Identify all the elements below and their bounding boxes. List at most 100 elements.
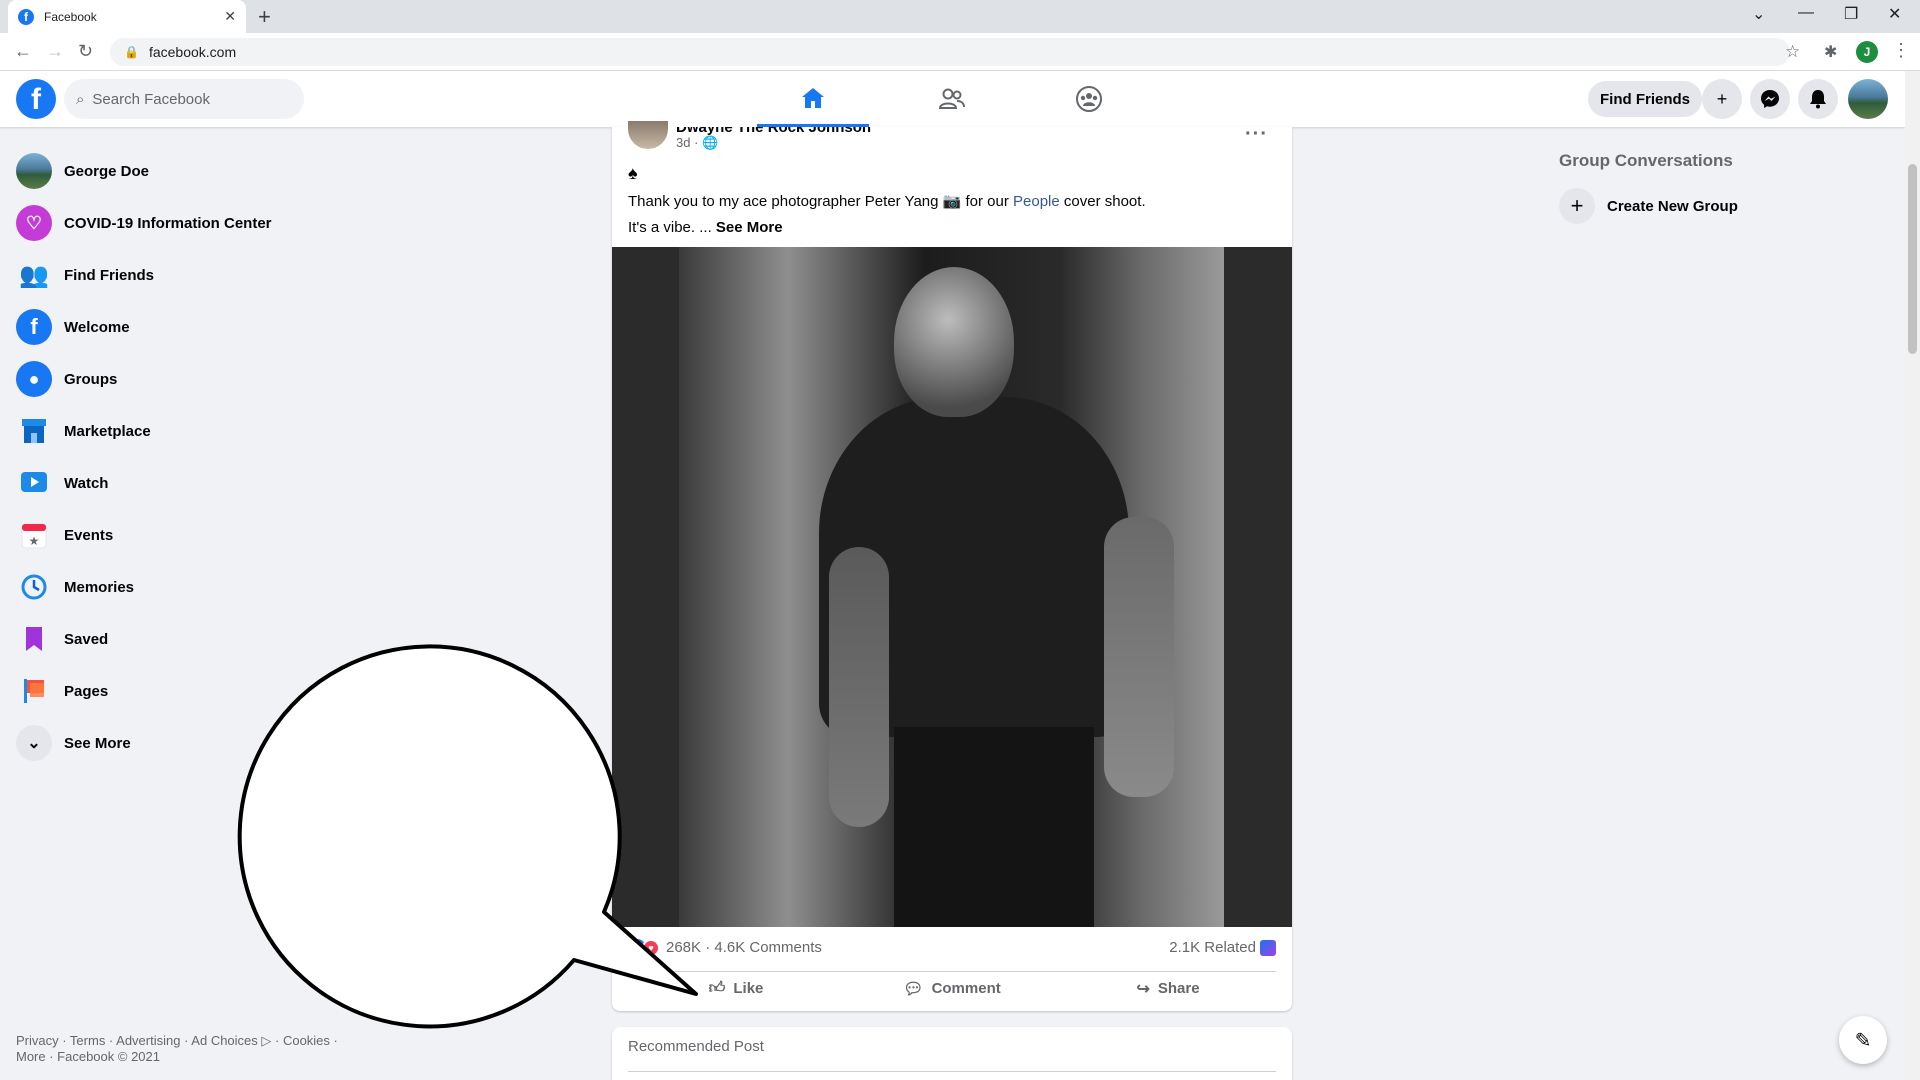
sidebar-item-label: COVID-19 Information Center [64, 214, 272, 232]
tab-friends[interactable] [896, 71, 1008, 127]
post-text-vibe: It's a vibe. ... [628, 219, 716, 236]
sidebar-item-label: Find Friends [64, 266, 154, 284]
sidebar-item-label: Welcome [64, 318, 130, 336]
post-text-line-2: It's a vibe. ... See More [628, 215, 1268, 241]
notifications-button[interactable] [1798, 79, 1838, 119]
messenger-icon [1761, 90, 1779, 108]
share-button[interactable]: ↪ Share [1060, 972, 1276, 1005]
related-count[interactable]: 2.1K Related [1169, 939, 1276, 957]
post-text-after: cover shoot. [1059, 193, 1146, 210]
new-tab-button[interactable]: + [258, 4, 271, 30]
post-time-text: 3d · [676, 135, 703, 150]
post-timestamp[interactable]: 3d · 🌐 [676, 135, 718, 151]
forward-icon[interactable]: → [46, 41, 64, 62]
post-photo-frame[interactable] [612, 247, 1292, 927]
create-button[interactable]: + [1702, 79, 1742, 119]
scrollbar-thumb[interactable] [1908, 164, 1917, 354]
sidebar-item-label: Watch [64, 474, 109, 492]
like-label: Like [733, 980, 764, 997]
friends-icon [938, 88, 965, 109]
sidebar-item-label: See More [64, 734, 131, 752]
plus-icon: + [1559, 188, 1595, 224]
tab-title: Facebook [44, 9, 97, 24]
love-reaction-icon: ♥ [642, 939, 660, 957]
heart-icon: ♡ [16, 205, 52, 241]
facebook-icon: f [16, 309, 52, 345]
sidebar-item-saved[interactable]: Saved [8, 613, 348, 665]
globe-icon: 🌐 [702, 135, 719, 150]
profile-avatar[interactable]: J [1856, 41, 1878, 63]
footer-line-1[interactable]: Privacy · Terms · Advertising · Ad Choic… [16, 1033, 346, 1049]
sidebar-item-watch[interactable]: Watch [8, 457, 348, 509]
messenger-button[interactable] [1750, 79, 1790, 119]
tab-search-icon[interactable]: ⌄ [1752, 4, 1765, 24]
like-button[interactable]: 👍︎ Like [628, 972, 844, 1005]
reload-icon[interactable]: ↻ [78, 41, 93, 62]
bell-icon [1810, 90, 1826, 109]
share-icon: ↪ [1136, 980, 1150, 998]
feed-post: Dwayne The Rock Johnson 3d · 🌐 ··· ♠ Tha… [612, 121, 1292, 1011]
reactions-summary: ♥ 268K · 4.6K Comments 2.1K Related [628, 937, 1276, 959]
close-window-button[interactable]: ✕ [1888, 4, 1901, 24]
post-body: Thank you to my ace photographer Peter Y… [628, 189, 1268, 241]
sidebar-item-marketplace[interactable]: Marketplace [8, 405, 348, 457]
footer-line-2[interactable]: More · Facebook © 2021 [16, 1049, 346, 1065]
account-avatar[interactable] [1848, 79, 1888, 119]
bookmark-star-icon[interactable]: ☆ [1785, 42, 1800, 62]
tab-home[interactable] [757, 71, 869, 127]
spade-emoji: ♠ [628, 163, 638, 183]
post-photo[interactable] [679, 247, 1224, 927]
see-more-link[interactable]: See More [716, 219, 783, 236]
comment-button[interactable]: 💬︎ Comment [844, 972, 1060, 1005]
browser-menu-icon[interactable]: ⋮ [1892, 40, 1910, 61]
address-bar[interactable]: 🔒 facebook.com [110, 38, 1790, 66]
facebook-logo[interactable]: f [16, 79, 56, 119]
tab-groups[interactable] [1033, 71, 1145, 127]
sidebar-item-pages[interactable]: Pages [8, 665, 348, 717]
plus-icon: + [1716, 88, 1728, 109]
sidebar-item-welcome[interactable]: f Welcome [8, 301, 348, 353]
new-message-button[interactable]: ✎ [1839, 1016, 1887, 1064]
sidebar-item-memories[interactable]: Memories [8, 561, 348, 613]
reaction-icons[interactable]: ♥ [628, 939, 664, 957]
create-new-group-button[interactable]: + Create New Group [1559, 188, 1738, 224]
facebook-top-nav: f ⌕ Search Facebook Find Friends + [0, 71, 1905, 127]
search-input[interactable]: ⌕ Search Facebook [64, 79, 304, 119]
post-text-before: Thank you to my ace photographer Peter Y… [628, 193, 1014, 210]
extensions-icon[interactable]: ✱ [1824, 42, 1837, 62]
friends-icon: 👥 [19, 261, 49, 289]
people-link[interactable]: People [1013, 193, 1060, 210]
recommended-post-card: Recommended Post [612, 1027, 1292, 1080]
groups-icon [1076, 86, 1102, 112]
browser-tab-strip: f Facebook ✕ + ⌄ — ❐ ✕ [0, 0, 1920, 33]
reaction-counts[interactable]: 268K · 4.6K Comments [666, 939, 822, 956]
avatar [16, 153, 52, 189]
minimize-button[interactable]: — [1798, 4, 1814, 22]
page-scrollbar[interactable] [1905, 71, 1920, 1080]
sidebar-item-find-friends[interactable]: 👥 Find Friends [8, 249, 348, 301]
clock-icon [16, 569, 52, 605]
back-icon[interactable]: ← [14, 41, 32, 62]
post-text-line-1: Thank you to my ace photographer Peter Y… [628, 189, 1268, 215]
post-author-avatar[interactable] [628, 121, 668, 149]
sidebar-item-groups[interactable]: ● Groups [8, 353, 348, 405]
browser-toolbar: ← → ↻ 🔒 facebook.com ☆ ✱ J ⋮ [0, 33, 1920, 71]
sidebar-item-covid[interactable]: ♡ COVID-19 Information Center [8, 197, 348, 249]
restore-button[interactable]: ❐ [1844, 4, 1858, 24]
photo-figure-arm-right [1104, 517, 1174, 797]
groups-icon: ● [16, 361, 52, 397]
lock-icon[interactable]: 🔒 [124, 45, 139, 59]
sidebar-item-events[interactable]: ★ Events [8, 509, 348, 561]
find-friends-button[interactable]: Find Friends [1588, 81, 1702, 117]
sidebar-item-label: Memories [64, 578, 135, 596]
related-text: 2.1K Related [1169, 939, 1256, 956]
divider [628, 1071, 1276, 1072]
tab-close-icon[interactable]: ✕ [224, 8, 236, 25]
sidebar-item-label: George Doe [64, 162, 150, 180]
chevron-down-icon: ⌄ [16, 725, 52, 761]
sidebar-item-profile[interactable]: George Doe [8, 145, 348, 197]
sidebar-see-more[interactable]: ⌄ See More [8, 717, 348, 769]
browser-tab[interactable]: f Facebook ✕ [8, 0, 246, 33]
svg-text:★: ★ [29, 534, 40, 548]
post-options-icon[interactable]: ··· [1245, 123, 1268, 146]
